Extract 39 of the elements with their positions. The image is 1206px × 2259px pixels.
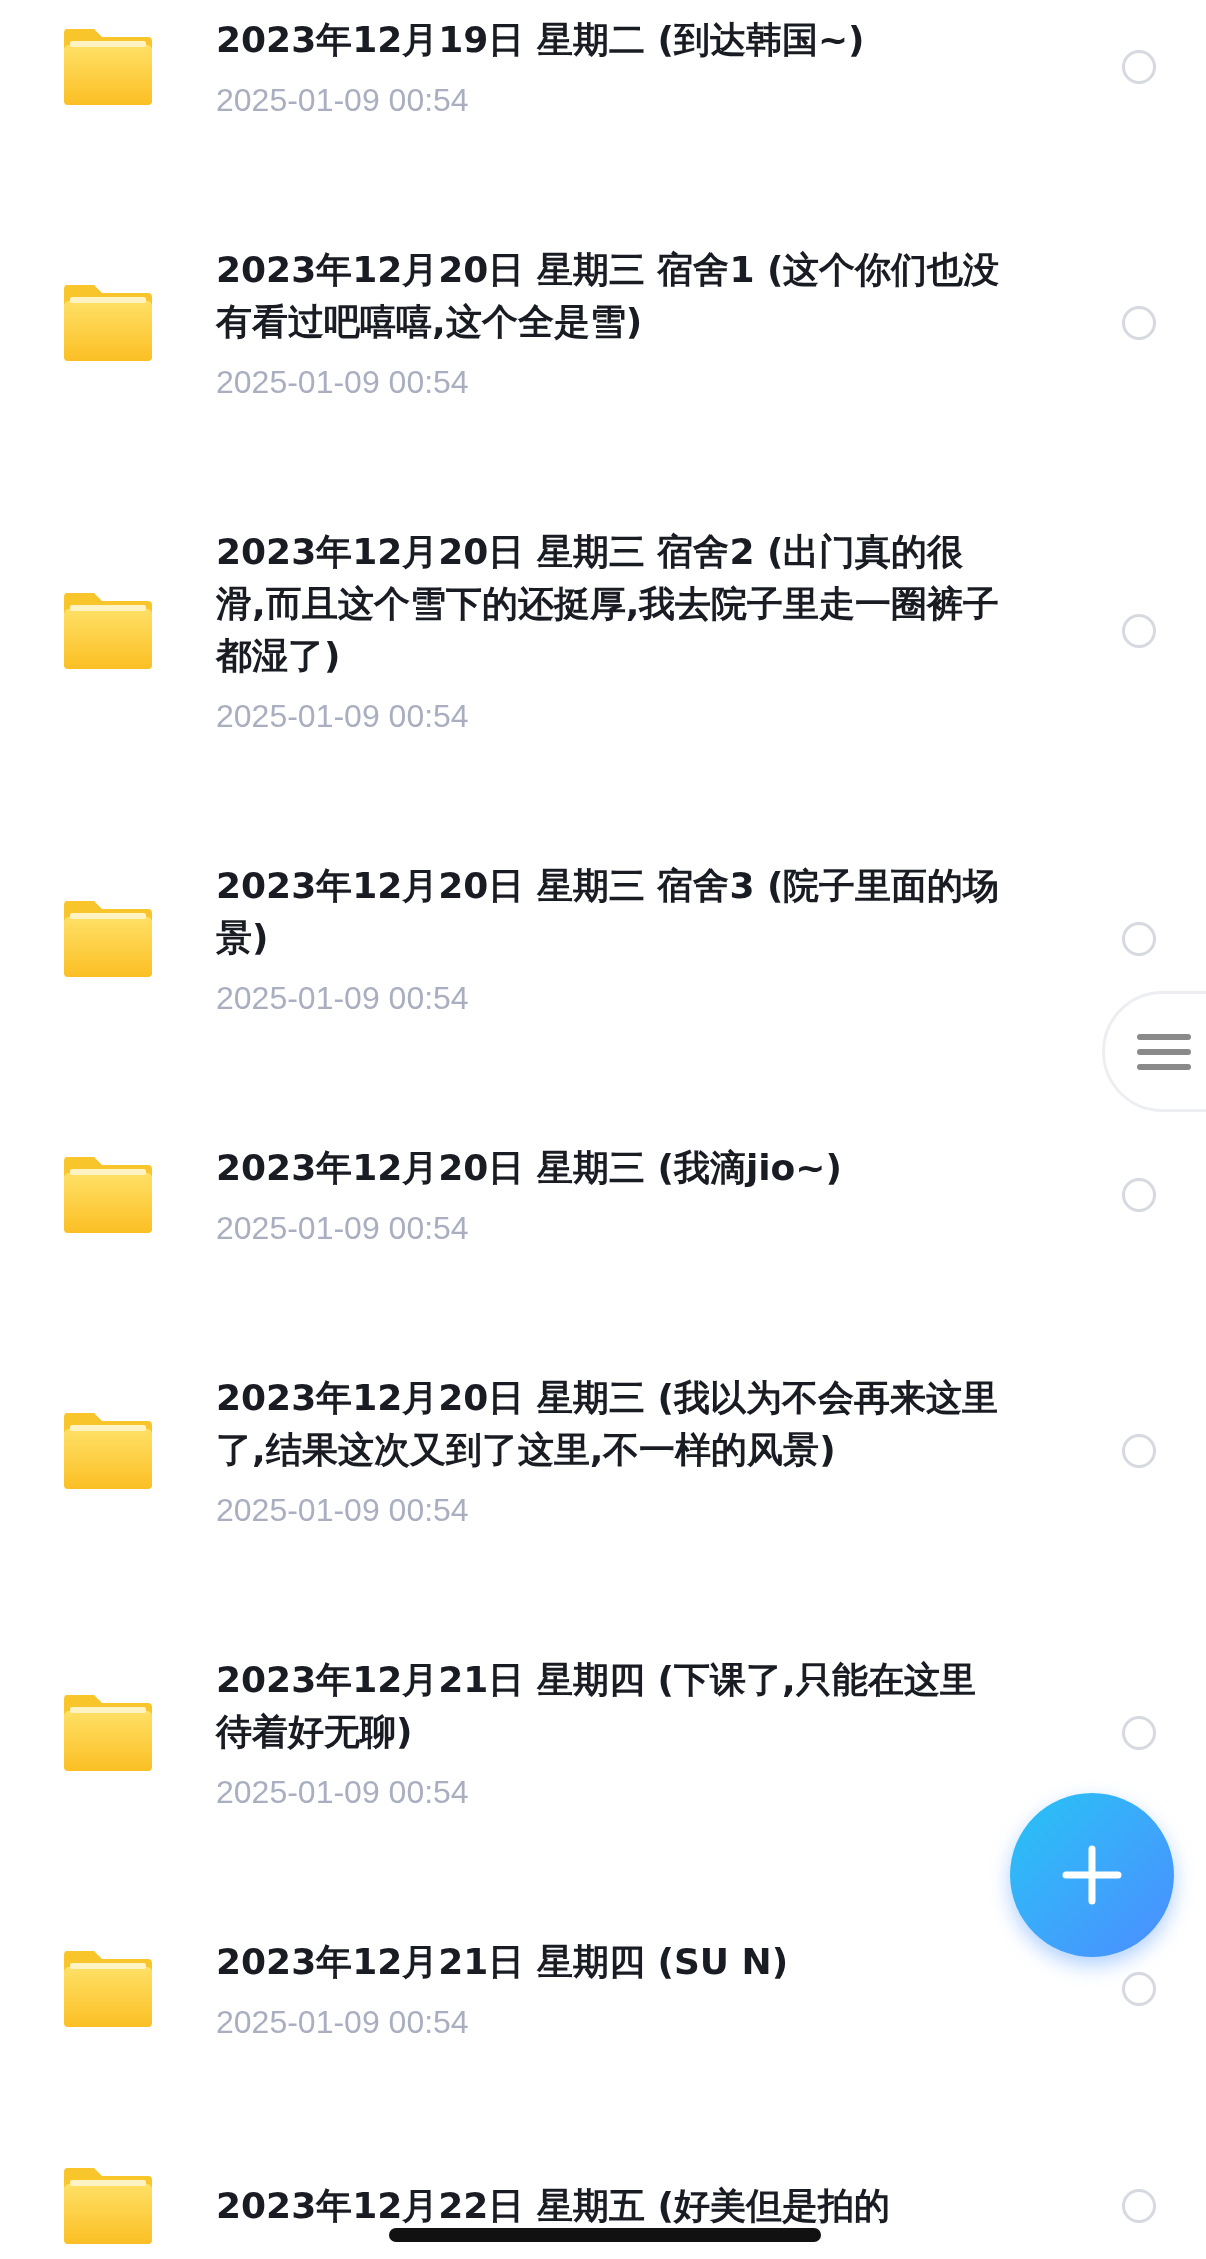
select-radio[interactable] — [1122, 1972, 1156, 2006]
menu-icon — [1137, 1031, 1191, 1072]
add-button[interactable] — [1010, 1793, 1174, 1957]
select-radio[interactable] — [1122, 2189, 1156, 2223]
select-radio[interactable] — [1122, 1434, 1156, 1468]
modified-date: 2025-01-09 00:54 — [216, 1773, 470, 1812]
folder-icon — [62, 1155, 154, 1235]
folder-title: 2023年12月21日 星期四 (SU N) — [216, 1940, 790, 1984]
folder-title: 2023年12月20日 星期三 宿舍2 (出门真的很滑,而且这个雪下的还挺厚,我去院子里走一圈裤子都湿了) — [216, 530, 1001, 678]
plus-icon — [1062, 1845, 1122, 1905]
modified-date: 2025-01-09 00:54 — [216, 979, 470, 1018]
modified-date: 2025-01-09 00:54 — [216, 2003, 470, 2042]
folder-title: 2023年12月22日 星期五 (好美但是拍的 — [216, 2184, 891, 2228]
folder-title: 2023年12月20日 星期三 (我以为不会再来这里了,结果这次又到了这里,不一样的风景) — [216, 1376, 999, 1472]
folder-title: 2023年12月19日 星期二 (到达韩国~) — [216, 18, 866, 62]
folder-title: 2023年12月20日 星期三 宿舍3 (院子里面的场景) — [216, 864, 1001, 960]
folder-icon — [62, 899, 154, 979]
folder-icon — [62, 1949, 154, 2029]
folder-title: 2023年12月20日 星期三 宿舍1 (这个你们也没有看过吧嘻嘻,这个全是雪) — [216, 248, 1001, 344]
modified-date: 2025-01-09 00:54 — [216, 1491, 470, 1530]
modified-date: 2025-01-09 00:54 — [216, 697, 470, 736]
modified-date: 2025-01-09 00:54 — [216, 363, 470, 402]
select-radio[interactable] — [1122, 614, 1156, 648]
menu-handle[interactable] — [1102, 991, 1206, 1112]
folder-icon — [62, 591, 154, 671]
folder-title: 2023年12月21日 星期四 (下课了,只能在这里待着好无聊) — [216, 1658, 977, 1754]
folder-icon — [62, 27, 154, 107]
select-radio[interactable] — [1122, 306, 1156, 340]
select-radio[interactable] — [1122, 1178, 1156, 1212]
folder-icon — [62, 1693, 154, 1773]
folder-icon — [62, 1411, 154, 1491]
folder-title: 2023年12月20日 星期三 (我滴jio~) — [216, 1146, 843, 1190]
folder-icon — [62, 283, 154, 363]
select-radio[interactable] — [1122, 922, 1156, 956]
select-radio[interactable] — [1122, 1716, 1156, 1750]
modified-date: 2025-01-09 00:54 — [216, 1209, 470, 1248]
folder-icon — [62, 2166, 154, 2246]
modified-date: 2025-01-09 00:54 — [216, 81, 470, 120]
select-radio[interactable] — [1122, 50, 1156, 84]
